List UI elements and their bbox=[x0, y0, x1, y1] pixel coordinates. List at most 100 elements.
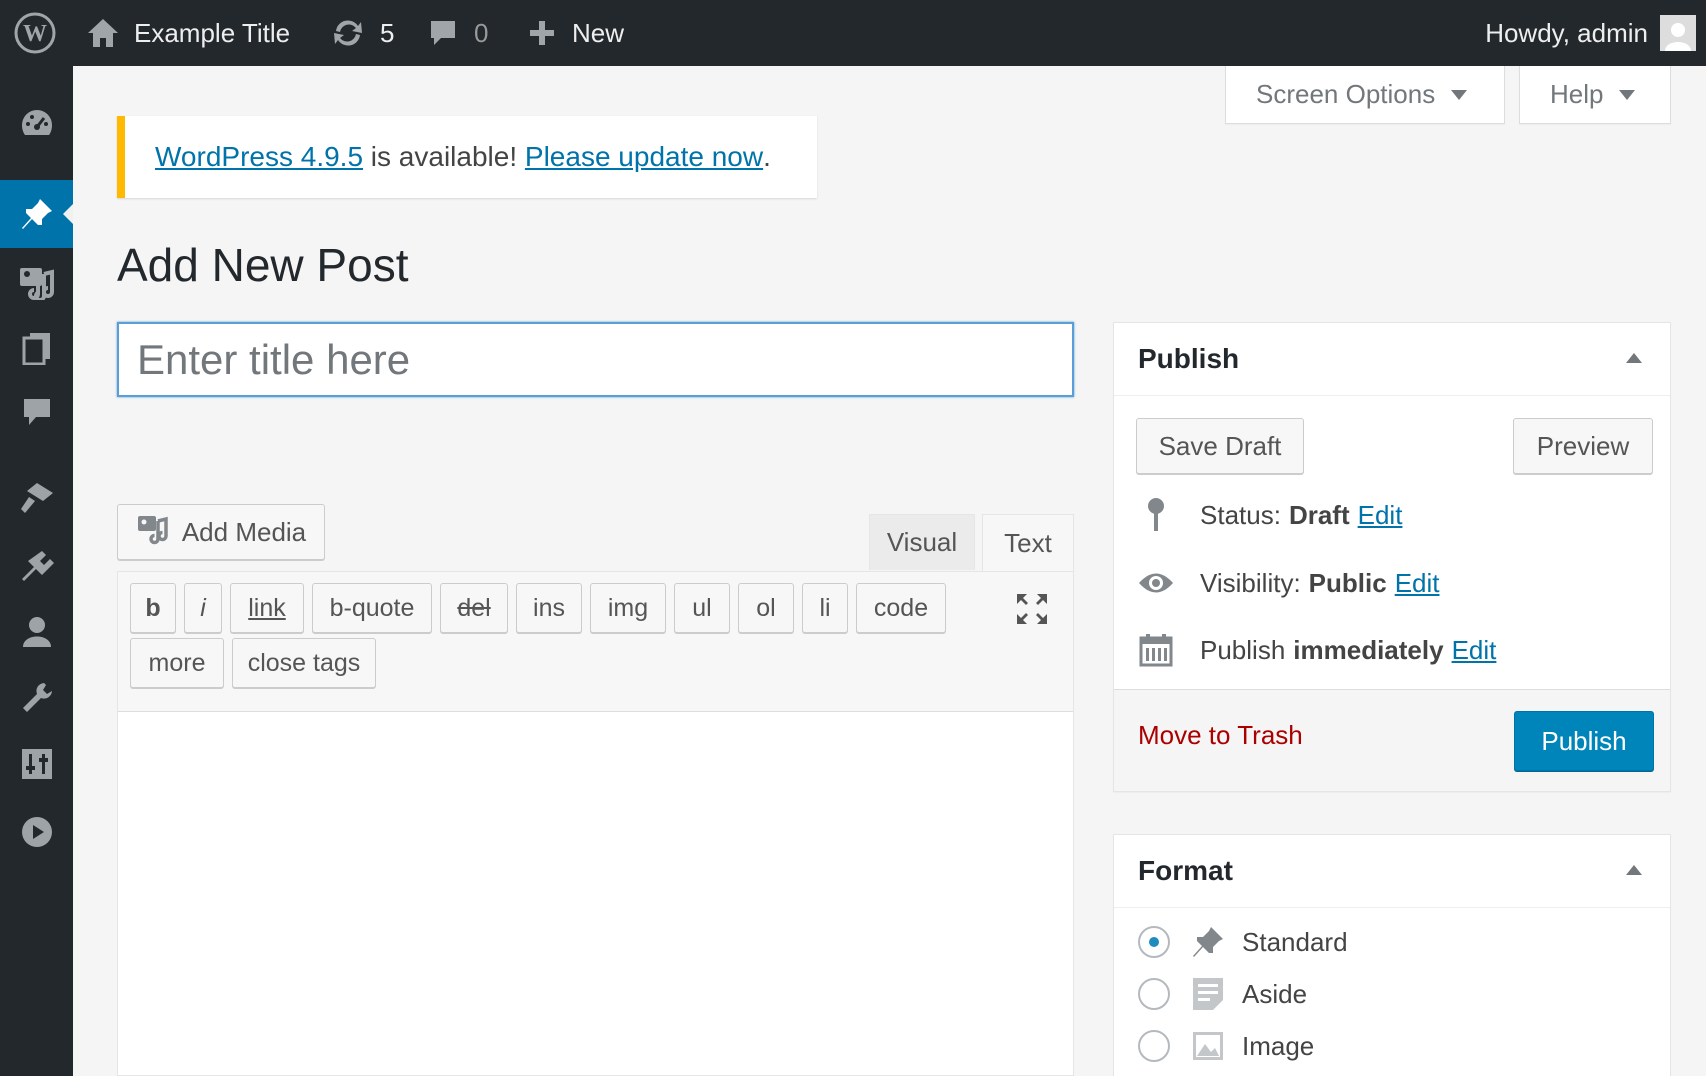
format-standard-label: Standard bbox=[1242, 926, 1348, 957]
update-now-link[interactable]: Please update now bbox=[525, 141, 763, 173]
qt-li-button[interactable]: li bbox=[802, 583, 848, 633]
qt-label: b-quote bbox=[329, 593, 415, 622]
post-title-input[interactable] bbox=[117, 322, 1074, 397]
updates-link[interactable]: 5 bbox=[330, 0, 394, 66]
qt-label: ol bbox=[756, 593, 776, 622]
format-image-radio[interactable] bbox=[1138, 1030, 1170, 1062]
settings-icon[interactable] bbox=[0, 730, 73, 798]
qt-close-tags-button[interactable]: close tags bbox=[232, 638, 376, 688]
qt-ins-button[interactable]: ins bbox=[516, 583, 582, 633]
schedule-label: Publish bbox=[1200, 634, 1286, 665]
format-standard-radio[interactable] bbox=[1138, 926, 1170, 958]
collapse-toggle-icon[interactable] bbox=[1626, 353, 1642, 363]
format-option-image[interactable]: Image bbox=[1138, 1023, 1314, 1069]
new-content-link[interactable]: New bbox=[528, 0, 624, 66]
users-icon[interactable] bbox=[0, 598, 73, 666]
add-media-icon bbox=[136, 513, 170, 552]
chevron-down-icon bbox=[1619, 89, 1636, 100]
qt-label: ul bbox=[692, 593, 712, 622]
qt-ol-button[interactable]: ol bbox=[738, 583, 794, 633]
comments-icon[interactable] bbox=[0, 378, 73, 446]
my-account-link[interactable]: Howdy, admin bbox=[1485, 0, 1696, 66]
site-name-link[interactable]: Example Title bbox=[86, 0, 290, 66]
save-draft-button[interactable]: Save Draft bbox=[1136, 418, 1304, 474]
svg-text:W: W bbox=[23, 21, 47, 47]
updates-count: 5 bbox=[380, 17, 395, 48]
preview-button[interactable]: Preview bbox=[1513, 418, 1653, 474]
preview-label: Preview bbox=[1536, 430, 1630, 461]
qt-label: code bbox=[873, 593, 929, 622]
qt-img-button[interactable]: img bbox=[590, 583, 666, 633]
posts-icon[interactable] bbox=[0, 180, 73, 248]
format-option-aside[interactable]: Aside bbox=[1138, 971, 1307, 1017]
appearance-icon[interactable] bbox=[0, 464, 73, 532]
admin-menu bbox=[0, 66, 73, 1076]
qt-blockquote-button[interactable]: b-quote bbox=[312, 583, 432, 633]
tools-icon[interactable] bbox=[0, 664, 73, 732]
pages-icon[interactable] bbox=[0, 314, 73, 382]
media-icon[interactable] bbox=[0, 248, 73, 316]
add-media-button[interactable]: Add Media bbox=[117, 504, 325, 560]
format-aside-label: Aside bbox=[1242, 978, 1308, 1009]
qt-italic-button[interactable]: i bbox=[184, 583, 222, 633]
notice-text: is available! bbox=[363, 141, 525, 172]
format-aside-radio[interactable] bbox=[1138, 978, 1170, 1010]
site-title: Example Title bbox=[134, 17, 291, 48]
qt-link-button[interactable]: link bbox=[230, 583, 304, 633]
move-to-trash-link[interactable]: Move to Trash bbox=[1138, 720, 1303, 751]
format-box-header[interactable]: Format bbox=[1114, 835, 1670, 908]
page-title: Add New Post bbox=[117, 239, 409, 291]
screen-options-button[interactable]: Screen Options bbox=[1225, 66, 1505, 124]
plugins-icon[interactable] bbox=[0, 532, 73, 600]
greeting: Howdy, admin bbox=[1485, 17, 1648, 48]
publish-box: Publish Save Draft Preview Status: Draft… bbox=[1113, 322, 1671, 792]
dashboard-icon[interactable] bbox=[0, 88, 73, 156]
qt-label: link bbox=[248, 593, 286, 622]
publish-button-label: Publish bbox=[1541, 725, 1627, 756]
qt-ul-button[interactable]: ul bbox=[674, 583, 730, 633]
calendar-icon bbox=[1136, 633, 1176, 667]
notice-end: . bbox=[763, 141, 771, 172]
save-draft-label: Save Draft bbox=[1158, 430, 1282, 461]
tab-visual[interactable]: Visual bbox=[869, 514, 975, 570]
edit-status-link[interactable]: Edit bbox=[1358, 500, 1403, 531]
help-button[interactable]: Help bbox=[1519, 66, 1671, 124]
admin-bar: W Example Title 5 0 New Howdy, admin bbox=[0, 0, 1706, 66]
major-publishing-actions: Move to Trash Publish bbox=[1114, 689, 1670, 791]
qt-label: li bbox=[819, 593, 831, 622]
wordpress-version-link[interactable]: WordPress 4.9.5 bbox=[155, 141, 363, 173]
wordpress-logo-icon[interactable]: W bbox=[14, 0, 56, 66]
edit-visibility-link[interactable]: Edit bbox=[1395, 568, 1440, 599]
qt-bold-button[interactable]: b bbox=[130, 583, 176, 633]
format-option-standard[interactable]: Standard bbox=[1138, 919, 1348, 965]
tab-text[interactable]: Text bbox=[982, 514, 1074, 572]
editor-container: b i link b-quote del ins img ul ol li co… bbox=[117, 571, 1074, 1076]
pin-icon bbox=[1188, 925, 1228, 959]
format-image-label: Image bbox=[1242, 1030, 1315, 1061]
updates-icon bbox=[330, 17, 366, 49]
comments-link[interactable]: 0 bbox=[428, 0, 488, 66]
image-icon bbox=[1188, 1030, 1228, 1062]
qt-label: i bbox=[200, 593, 206, 622]
fullscreen-icon[interactable] bbox=[1012, 589, 1052, 629]
aside-icon bbox=[1188, 976, 1228, 1012]
tab-visual-label: Visual bbox=[886, 527, 958, 557]
collapse-toggle-icon[interactable] bbox=[1626, 865, 1642, 875]
qt-label: close tags bbox=[247, 648, 361, 677]
screen-options-label: Screen Options bbox=[1256, 79, 1436, 109]
schedule-row: Publish immediately Edit bbox=[1136, 630, 1496, 670]
comment-bubble-icon bbox=[428, 18, 458, 48]
update-notice: WordPress 4.9.5 is available! Please upd… bbox=[117, 116, 817, 198]
visibility-value: Public bbox=[1308, 567, 1387, 598]
qt-del-button[interactable]: del bbox=[440, 583, 508, 633]
qt-more-button[interactable]: more bbox=[130, 638, 224, 688]
main-content: Screen Options Help WordPress 4.9.5 is a… bbox=[73, 66, 1706, 1076]
qt-code-button[interactable]: code bbox=[856, 583, 946, 633]
collapse-menu-icon[interactable] bbox=[0, 798, 73, 866]
qt-label: more bbox=[148, 648, 206, 677]
add-media-label: Add Media bbox=[181, 516, 307, 547]
qt-label: img bbox=[607, 593, 649, 622]
publish-button[interactable]: Publish bbox=[1514, 711, 1654, 771]
publish-box-header[interactable]: Publish bbox=[1114, 323, 1670, 396]
edit-schedule-link[interactable]: Edit bbox=[1452, 635, 1497, 666]
